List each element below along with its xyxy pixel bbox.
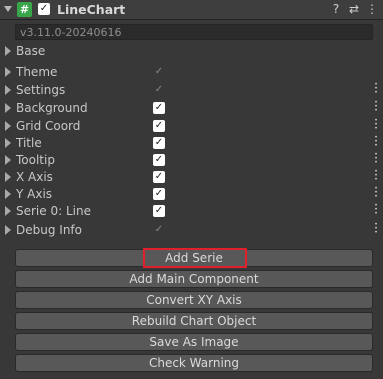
- context-menu-icon[interactable]: • • •: [374, 82, 378, 97]
- fold-arrow-icon[interactable]: [5, 189, 11, 199]
- foldout-label: Tooltip: [16, 153, 55, 167]
- foldout-background[interactable]: Background ✓ • • •: [0, 99, 383, 117]
- add-main-component-button[interactable]: Add Main Component: [15, 270, 373, 288]
- component-enabled-checkbox[interactable]: ✓: [38, 3, 50, 15]
- enable-checkbox: ✓: [154, 66, 164, 77]
- foldout-base[interactable]: Base: [0, 42, 383, 60]
- fold-arrow-icon[interactable]: [5, 85, 11, 95]
- foldout-label: Debug Info: [16, 223, 82, 237]
- foldout-label: Settings: [16, 83, 66, 97]
- foldout-theme[interactable]: Theme ✓: [0, 63, 383, 81]
- fold-arrow-icon[interactable]: [5, 121, 11, 131]
- foldout-y-axis[interactable]: Y Axis ✓ • • •: [0, 185, 383, 203]
- component-header[interactable]: # ✓ LineChart ? ⇄ ⋮: [0, 0, 383, 20]
- foldout-label: Theme: [16, 65, 58, 79]
- script-icon: #: [17, 2, 32, 17]
- foldout-label: Base: [16, 44, 46, 58]
- fold-arrow-icon[interactable]: [5, 67, 11, 77]
- context-menu-icon[interactable]: • • •: [374, 169, 378, 184]
- enable-checkbox: ✓: [154, 84, 164, 95]
- context-menu-icon[interactable]: ⋮: [365, 1, 379, 18]
- foldout-serie-0-line[interactable]: Serie 0: Line ✓ • • •: [0, 202, 383, 220]
- fold-arrow-icon[interactable]: [5, 46, 11, 56]
- context-menu-icon[interactable]: • • •: [374, 135, 378, 150]
- foldout-grid-coord[interactable]: Grid Coord ✓ • • •: [0, 117, 383, 135]
- enable-checkbox[interactable]: ✓: [153, 154, 165, 166]
- fold-arrow-icon[interactable]: [5, 138, 11, 148]
- foldout-label: Background: [16, 101, 88, 115]
- context-menu-icon[interactable]: • • •: [374, 203, 378, 218]
- save-as-image-button[interactable]: Save As Image: [15, 333, 373, 351]
- component-title: LineChart: [57, 2, 126, 17]
- convert-xy-axis-button[interactable]: Convert XY Axis: [15, 291, 373, 309]
- preset-icon[interactable]: ⇄: [347, 1, 361, 18]
- context-menu-icon[interactable]: • • •: [374, 222, 378, 237]
- foldout-label: Title: [16, 136, 42, 150]
- enable-checkbox[interactable]: ✓: [153, 171, 165, 183]
- foldout-title[interactable]: Title ✓ • • •: [0, 134, 383, 152]
- context-menu-icon[interactable]: • • •: [374, 186, 378, 201]
- fold-arrow-icon[interactable]: [5, 172, 11, 182]
- help-icon[interactable]: ?: [329, 1, 343, 18]
- foldout-arrow-icon[interactable]: [4, 6, 12, 12]
- version-field: v3.11.0-20240616: [15, 24, 373, 40]
- rebuild-chart-object-button[interactable]: Rebuild Chart Object: [15, 312, 373, 330]
- fold-arrow-icon[interactable]: [5, 206, 11, 216]
- add-serie-button[interactable]: Add Serie: [15, 249, 373, 267]
- enable-checkbox[interactable]: ✓: [153, 102, 165, 114]
- context-menu-icon[interactable]: • • •: [374, 152, 378, 167]
- fold-arrow-icon[interactable]: [5, 155, 11, 165]
- foldout-label: X Axis: [16, 170, 53, 184]
- foldout-tooltip[interactable]: Tooltip ✓ • • •: [0, 151, 383, 169]
- foldout-settings[interactable]: Settings ✓ • • •: [0, 81, 383, 99]
- enable-checkbox: ✓: [154, 224, 164, 235]
- check-warning-button[interactable]: Check Warning: [15, 354, 373, 372]
- enable-checkbox[interactable]: ✓: [153, 137, 165, 149]
- foldout-x-axis[interactable]: X Axis ✓ • • •: [0, 168, 383, 186]
- context-menu-icon[interactable]: • • •: [374, 100, 378, 115]
- foldout-label: Serie 0: Line: [16, 204, 91, 218]
- foldout-debug-info[interactable]: Debug Info ✓ • • •: [0, 221, 383, 239]
- fold-arrow-icon[interactable]: [5, 225, 11, 235]
- foldout-label: Grid Coord: [16, 119, 81, 133]
- fold-arrow-icon[interactable]: [5, 103, 11, 113]
- enable-checkbox[interactable]: ✓: [153, 188, 165, 200]
- enable-checkbox[interactable]: ✓: [153, 205, 165, 217]
- context-menu-icon[interactable]: • • •: [374, 118, 378, 133]
- enable-checkbox[interactable]: ✓: [153, 120, 165, 132]
- foldout-label: Y Axis: [16, 187, 53, 201]
